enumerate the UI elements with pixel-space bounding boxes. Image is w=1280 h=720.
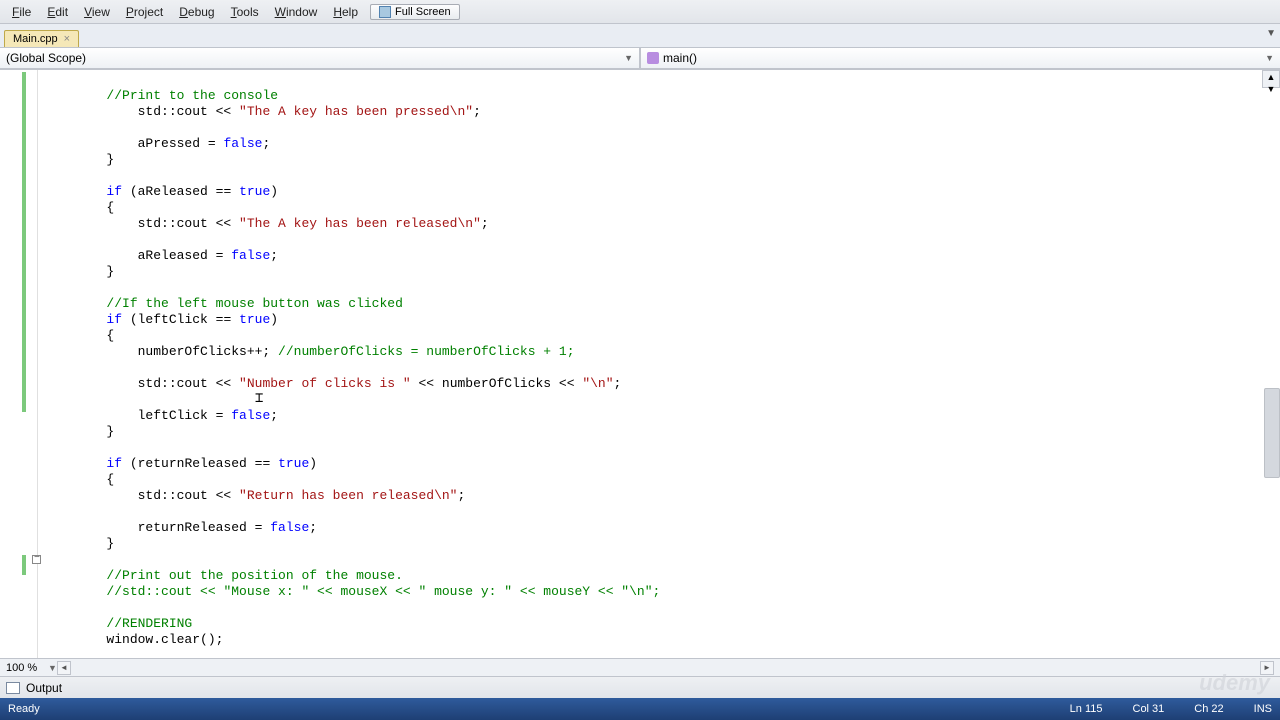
status-ch: Ch 22	[1194, 703, 1223, 715]
chevron-down-icon[interactable]: ▼	[48, 663, 57, 673]
horizontal-scrollbar[interactable]	[81, 661, 1260, 675]
editor-gutter	[0, 70, 38, 658]
tab-overflow-icon[interactable]: ▼	[1266, 28, 1276, 39]
change-marker	[22, 72, 26, 412]
tab-main-cpp[interactable]: Main.cpp ×	[4, 30, 79, 47]
status-ready: Ready	[8, 703, 1040, 715]
menu-bar: File Edit View Project Debug Tools Windo…	[0, 0, 1280, 24]
zoom-level[interactable]: 100 %	[6, 662, 46, 674]
close-icon[interactable]: ×	[64, 33, 70, 45]
chevron-down-icon: ▼	[624, 53, 633, 63]
fullscreen-label: Full Screen	[395, 6, 451, 18]
scope-bar: (Global Scope) ▼ main() ▼	[0, 48, 1280, 70]
menu-tools[interactable]: Tools	[223, 3, 267, 21]
tab-bar: Main.cpp × ▼	[0, 24, 1280, 48]
menu-edit[interactable]: Edit	[39, 3, 76, 21]
scope-right-label: main()	[663, 51, 697, 65]
tab-label: Main.cpp	[13, 33, 58, 45]
menu-debug[interactable]: Debug	[171, 3, 222, 21]
scroll-right-icon[interactable]: ►	[1260, 661, 1274, 675]
fullscreen-button[interactable]: Full Screen	[370, 4, 460, 20]
scope-dropdown-right[interactable]: main() ▼	[640, 48, 1280, 69]
menu-help[interactable]: Help	[325, 3, 366, 21]
fullscreen-icon	[379, 6, 391, 18]
output-panel-header[interactable]: Output	[0, 676, 1280, 698]
status-bar: Ready Ln 115 Col 31 Ch 22 INS	[0, 698, 1280, 720]
status-ins: INS	[1254, 703, 1272, 715]
scope-left-label: (Global Scope)	[6, 51, 86, 65]
code-content[interactable]: //Print to the console std::cout << "The…	[38, 70, 1280, 658]
vertical-scrollbar[interactable]	[1264, 388, 1280, 478]
status-col: Col 31	[1133, 703, 1165, 715]
menu-view[interactable]: View	[76, 3, 118, 21]
chevron-down-icon: ▼	[1265, 53, 1274, 63]
change-marker	[22, 555, 26, 575]
scope-dropdown-left[interactable]: (Global Scope) ▼	[0, 48, 640, 69]
editor-footer: 100 % ▼ ◄ ►	[0, 658, 1280, 676]
status-line: Ln 115	[1070, 703, 1103, 715]
code-editor[interactable]: //Print to the console std::cout << "The…	[0, 70, 1280, 658]
menu-project[interactable]: Project	[118, 3, 171, 21]
menu-window[interactable]: Window	[267, 3, 326, 21]
cursor-icon: ⌶	[255, 391, 263, 407]
menu-file[interactable]: File	[4, 3, 39, 21]
output-icon	[6, 682, 20, 694]
split-nav-icon[interactable]: ▲▼	[1262, 70, 1280, 88]
function-icon	[647, 52, 659, 64]
scroll-left-icon[interactable]: ◄	[57, 661, 71, 675]
output-label: Output	[26, 681, 62, 695]
